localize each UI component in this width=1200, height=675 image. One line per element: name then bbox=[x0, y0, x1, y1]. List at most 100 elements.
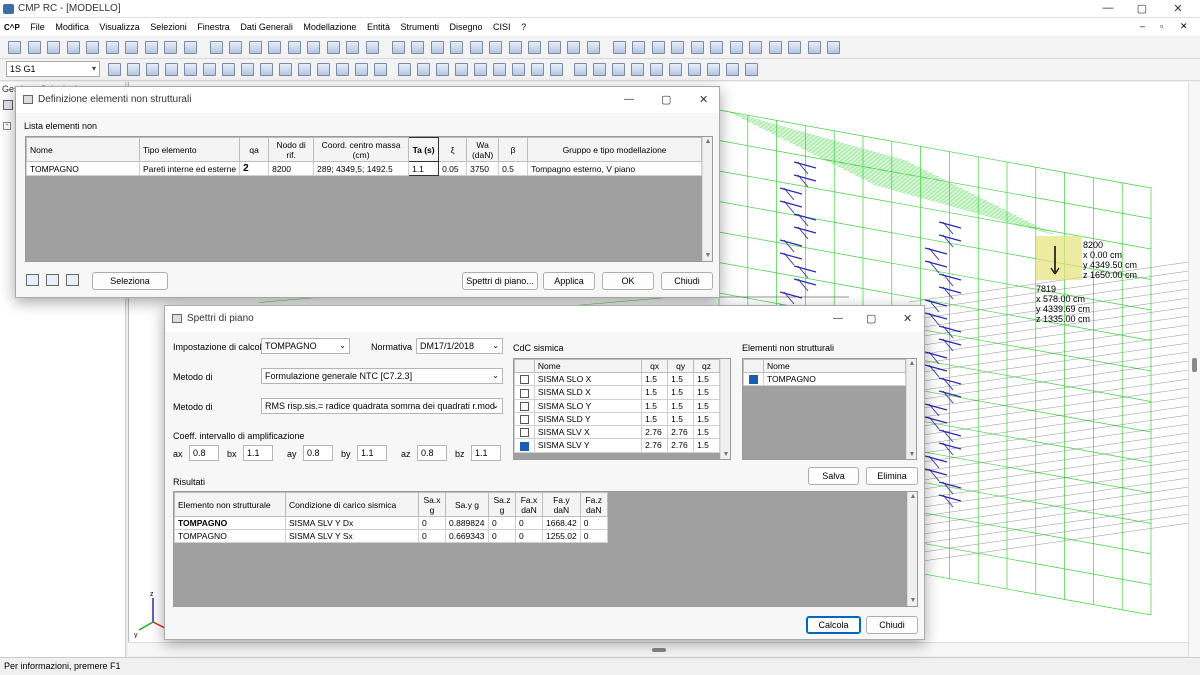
tool-38-icon[interactable] bbox=[768, 41, 782, 54]
view-tool-28-icon[interactable] bbox=[650, 63, 663, 76]
viewport-vscroll-thumb[interactable] bbox=[1192, 358, 1197, 372]
view-tool-16-icon[interactable] bbox=[417, 63, 430, 76]
res-col-saz[interactable]: Sa.z g bbox=[488, 492, 516, 517]
normativa-select[interactable]: DM17/1/2018 ⌄ bbox=[416, 338, 503, 354]
redo-icon[interactable] bbox=[183, 41, 197, 54]
impostazione-select[interactable]: TOMPAGNO ⌄ bbox=[261, 338, 350, 354]
table-row[interactable]: SISMA SLV X 2.76 2.76 1.5 bbox=[514, 424, 720, 440]
viewport-hscroll-thumb[interactable] bbox=[652, 648, 666, 652]
tool-30-icon[interactable] bbox=[612, 41, 626, 54]
cdc-col-nome[interactable]: Nome bbox=[533, 359, 643, 373]
tool-22-icon[interactable] bbox=[450, 41, 463, 54]
view-tool-15-icon[interactable] bbox=[398, 63, 411, 76]
ok-button[interactable]: OK bbox=[602, 272, 654, 290]
res-col-say[interactable]: Sa.y g bbox=[445, 492, 489, 517]
view-tool-26-icon[interactable] bbox=[612, 63, 625, 76]
view-tool-6-icon[interactable] bbox=[222, 63, 235, 76]
col-beta[interactable]: β bbox=[498, 137, 529, 162]
tool-28-icon[interactable] bbox=[567, 41, 580, 54]
minimize-icon[interactable]: — bbox=[1098, 2, 1118, 14]
cdc-row-checkbox[interactable] bbox=[514, 438, 535, 453]
table-row[interactable]: TOMPAGNO SISMA SLV Y Sx 0 0.669343 0 0 1255.02… bbox=[174, 529, 608, 543]
cdc-row-qz[interactable]: 1.5 bbox=[693, 438, 720, 453]
cdc-row-qz[interactable]: 1.5 bbox=[693, 411, 720, 427]
coeff-bx-input[interactable]: 1.1 bbox=[243, 445, 273, 461]
cdc-row-name[interactable]: SISMA SLD X bbox=[533, 385, 643, 400]
menu-help[interactable]: ? bbox=[517, 18, 530, 36]
res-cell-saz[interactable]: 0 bbox=[488, 529, 516, 543]
dialog1-close-icon[interactable]: ✕ bbox=[699, 93, 708, 106]
cdc-row-qx[interactable]: 1.5 bbox=[641, 398, 669, 413]
col-tipo[interactable]: Tipo elemento bbox=[138, 137, 241, 162]
tool-24-icon[interactable] bbox=[489, 41, 502, 54]
coeff-by-input[interactable]: 1.1 bbox=[357, 445, 387, 461]
metodo2-select[interactable]: RMS risp.sis.= radice quadrata somma dei… bbox=[261, 398, 503, 414]
tool-32-icon[interactable] bbox=[651, 41, 665, 54]
res-cell-say[interactable]: 0.669343 bbox=[445, 529, 489, 543]
coeff-ax-input[interactable]: 0.8 bbox=[189, 445, 219, 461]
tool-12-icon[interactable] bbox=[248, 41, 262, 54]
col-nome[interactable]: Nome bbox=[26, 137, 140, 162]
coeff-az-input[interactable]: 0.8 bbox=[417, 445, 447, 461]
cell-ta[interactable]: 1.1 bbox=[408, 161, 440, 176]
cdc-row-qx[interactable]: 1.5 bbox=[641, 371, 669, 387]
cdc-row-qz[interactable]: 1.5 bbox=[693, 371, 720, 387]
undo-icon[interactable] bbox=[164, 41, 177, 54]
view-tool-30-icon[interactable] bbox=[688, 63, 701, 76]
view-tool-12-icon[interactable] bbox=[336, 63, 349, 76]
checkbox-icon[interactable] bbox=[519, 375, 529, 385]
ens-scrollbar[interactable]: ▲ ▼ bbox=[906, 359, 916, 459]
cdc-col-qz[interactable]: qz bbox=[693, 359, 720, 373]
view-tool-14-icon[interactable] bbox=[374, 63, 387, 76]
view-tool-9-icon[interactable] bbox=[279, 63, 292, 76]
results-scrollbar[interactable]: ▲ ▼ bbox=[907, 492, 917, 606]
res-cell-elemento[interactable]: TOMPAGNO bbox=[174, 529, 286, 543]
view-tool-24-icon[interactable] bbox=[574, 63, 587, 76]
cdc-row-name[interactable]: SISMA SLO X bbox=[533, 371, 643, 387]
spettri-di-piano-button[interactable]: Spettri di piano... bbox=[462, 272, 538, 290]
view-tool-11-icon[interactable] bbox=[317, 63, 330, 76]
checkbox-icon[interactable] bbox=[519, 415, 529, 424]
cdc-row-name[interactable]: SISMA SLV Y bbox=[533, 438, 643, 453]
menu-disegno[interactable]: Disegno bbox=[446, 18, 487, 36]
seleziona-button[interactable]: Seleziona bbox=[92, 272, 168, 290]
col-coord[interactable]: Coord. centro massa (cm) bbox=[313, 137, 410, 162]
menu-dati-generali[interactable]: Dati Generali bbox=[236, 18, 297, 36]
view-tool-0-icon[interactable] bbox=[108, 63, 121, 76]
cdc-row-qy[interactable]: 1.5 bbox=[667, 371, 695, 387]
print-icon[interactable] bbox=[66, 41, 80, 54]
dialog2-close-icon[interactable]: ✕ bbox=[903, 312, 912, 325]
tool-27-icon[interactable] bbox=[547, 41, 561, 54]
dialog1-minimize-icon[interactable]: — bbox=[624, 94, 634, 105]
cdc-row-name[interactable]: SISMA SLO Y bbox=[533, 398, 643, 413]
view-tool-32-icon[interactable] bbox=[726, 63, 739, 76]
tool-41-icon[interactable] bbox=[827, 41, 840, 54]
tool-25-icon[interactable] bbox=[508, 41, 522, 54]
cell-nome[interactable]: TOMPAGNO bbox=[26, 161, 140, 176]
cell-qa[interactable]: 2 bbox=[239, 161, 270, 176]
table-row[interactable]: SISMA SLO X 1.5 1.5 1.5 bbox=[514, 371, 720, 387]
view-tool-23-icon[interactable] bbox=[550, 63, 563, 76]
save-icon[interactable] bbox=[47, 41, 60, 54]
view-tool-7-icon[interactable] bbox=[241, 63, 254, 76]
table-import-icon[interactable] bbox=[46, 274, 59, 286]
table-export-icon[interactable] bbox=[26, 274, 39, 286]
cdc-col-qy[interactable]: qy bbox=[667, 359, 695, 373]
menu-cisi[interactable]: CISI bbox=[489, 18, 515, 36]
cdc-row-name[interactable]: SISMA SLD Y bbox=[533, 411, 643, 427]
col-qa[interactable]: qa bbox=[239, 137, 270, 162]
tool-17-icon[interactable] bbox=[346, 41, 359, 54]
checkbox-icon[interactable] bbox=[519, 441, 529, 451]
open-folder-icon[interactable] bbox=[27, 41, 41, 54]
table-row[interactable]: TOMPAGNO SISMA SLV Y Dx 0 0.889824 0 0 1668.42… bbox=[174, 516, 608, 530]
table-row[interactable]: SISMA SLO Y 1.5 1.5 1.5 bbox=[514, 398, 720, 413]
res-cell-condizione[interactable]: SISMA SLV Y Sx bbox=[285, 529, 419, 543]
col-wa[interactable]: Wa (daN) bbox=[466, 137, 500, 162]
tool-29-icon[interactable] bbox=[586, 41, 600, 54]
cdc-row-checkbox[interactable] bbox=[514, 398, 535, 413]
menu-selezioni[interactable]: Selezioni bbox=[146, 18, 191, 36]
chiudi-spettri-button[interactable]: Chiudi bbox=[866, 616, 918, 634]
tool-20-icon[interactable] bbox=[411, 41, 424, 54]
res-cell-say[interactable]: 0.889824 bbox=[445, 516, 489, 530]
res-cell-sax[interactable]: 0 bbox=[418, 529, 446, 543]
